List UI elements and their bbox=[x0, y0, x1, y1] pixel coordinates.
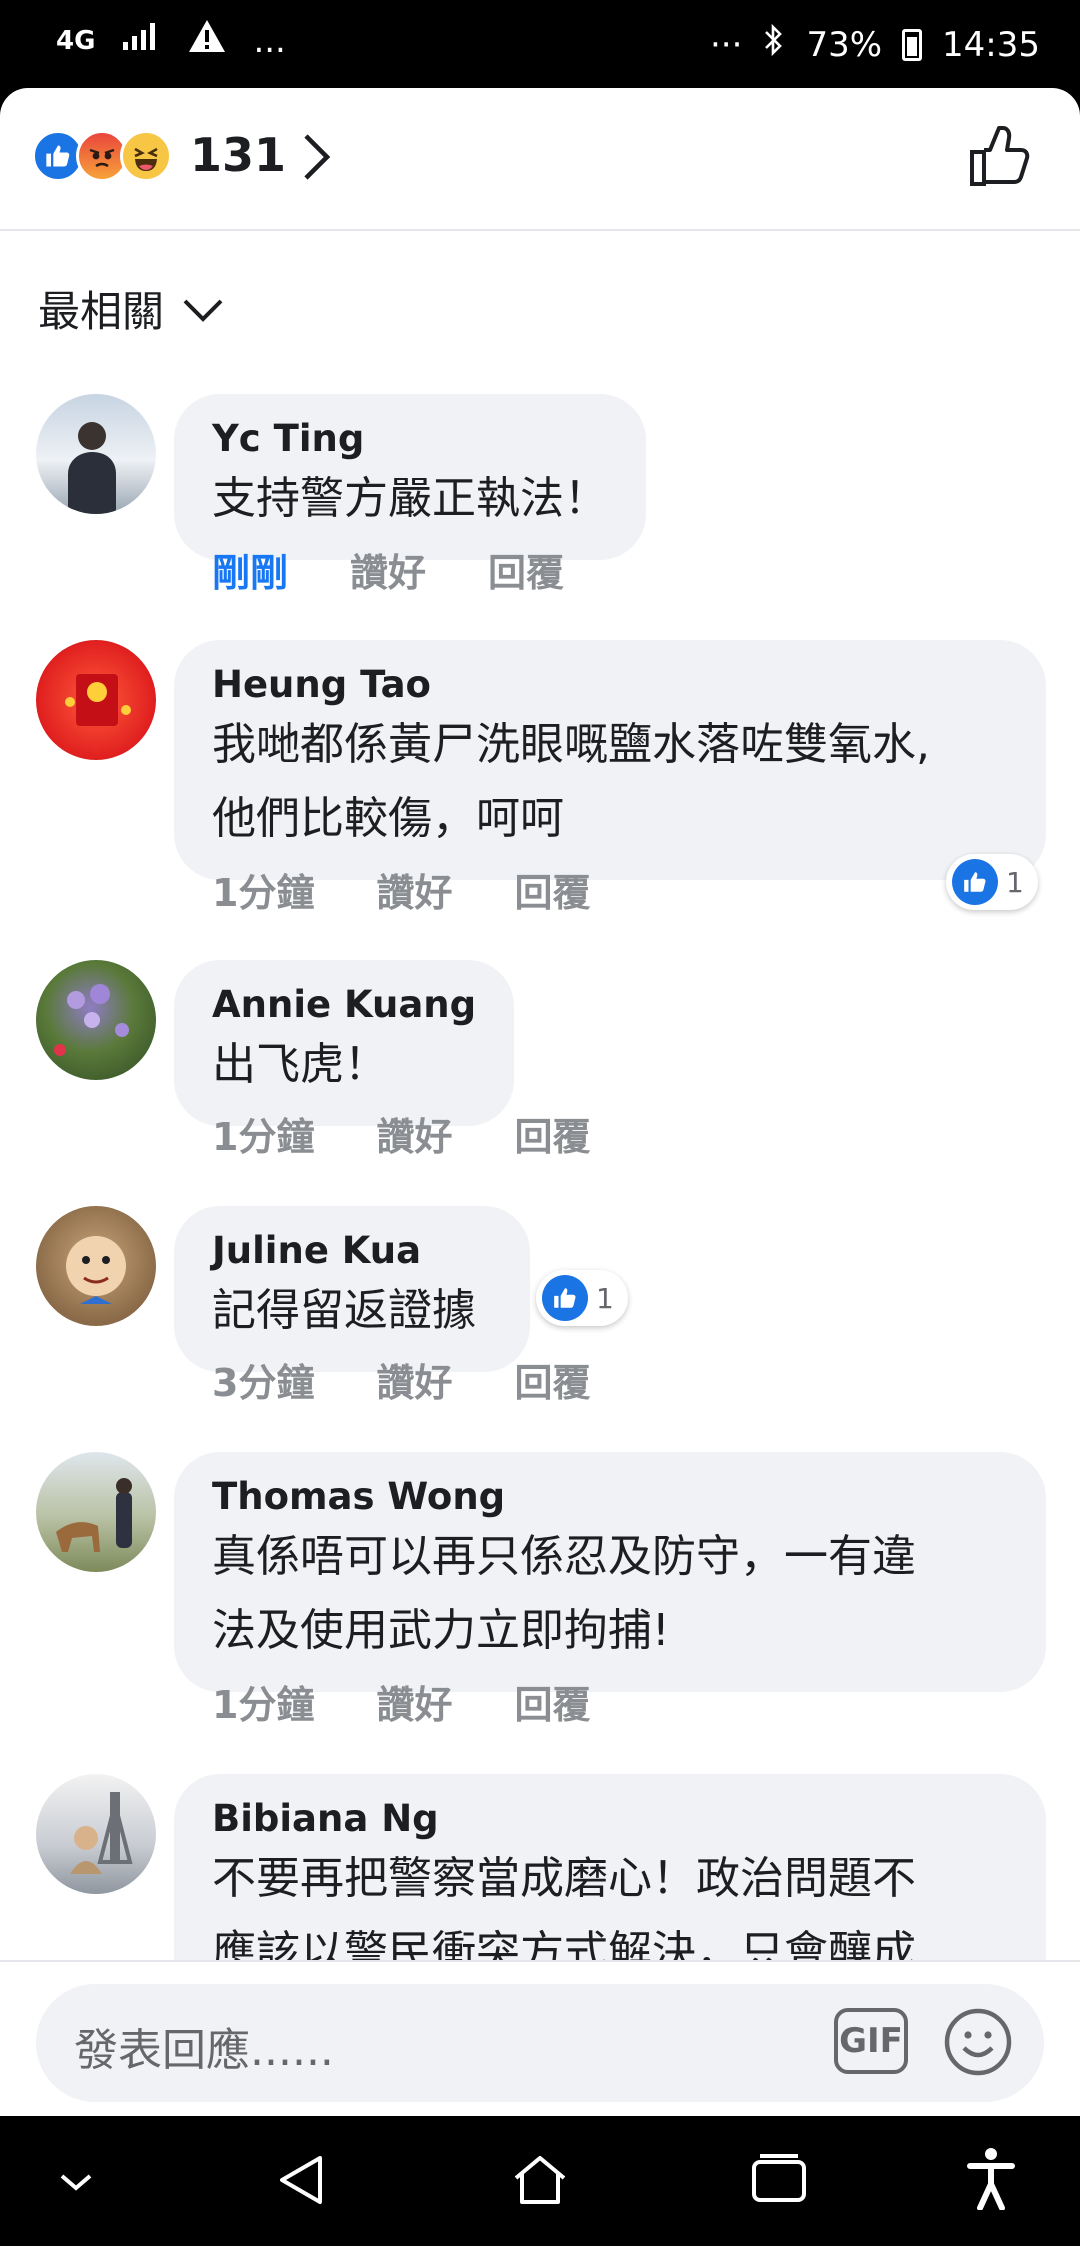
more-status-icons: ··· bbox=[710, 24, 743, 65]
system-navigation-bar bbox=[0, 2116, 1080, 2246]
sort-dropdown[interactable]: 最相關 bbox=[38, 278, 224, 339]
comment-bubble: Yc Ting 支持警方嚴正執法！ bbox=[174, 394, 646, 560]
comment-bubble: Annie Kuang 出飞虎！ bbox=[174, 960, 515, 1126]
comment-input-placeholder: 發表回應...... bbox=[74, 2025, 334, 2076]
reaction-count[interactable]: 131 bbox=[190, 128, 286, 182]
bluetooth-icon bbox=[762, 22, 786, 67]
reactions-header: 131 bbox=[0, 88, 1080, 231]
comment-time[interactable]: 剛剛 bbox=[212, 542, 288, 597]
comment-time[interactable]: 1分鐘 bbox=[212, 862, 314, 917]
like-comment-button[interactable]: 讚好 bbox=[376, 1352, 452, 1407]
chevron-down-icon[interactable] bbox=[54, 2168, 98, 2200]
comment-author[interactable]: Heung Tao bbox=[212, 662, 1008, 708]
battery-icon bbox=[902, 28, 923, 61]
chevron-right-icon[interactable] bbox=[300, 132, 332, 186]
comment-text: 法及使用武力立即拘捕! bbox=[212, 1605, 670, 1656]
comment-actions: 1分鐘 讚好 回覆 bbox=[212, 862, 590, 917]
avatar[interactable] bbox=[36, 1452, 156, 1572]
comment-bubble: Thomas Wong 真係唔可以再只係忍及防守，一有違 法及使用武力立即拘捕! bbox=[174, 1452, 1046, 1692]
clock: 14:35 bbox=[942, 24, 1040, 65]
comment-time[interactable]: 3分鐘 bbox=[212, 1352, 314, 1407]
comment-time[interactable]: 1分鐘 bbox=[212, 1106, 314, 1161]
avatar[interactable] bbox=[36, 640, 156, 760]
comment-actions: 3分鐘 讚好 回覆 bbox=[212, 1352, 590, 1407]
like-reaction-icon bbox=[542, 1275, 588, 1321]
avatar[interactable] bbox=[36, 1206, 156, 1326]
comment-text: 出飞虎！ bbox=[212, 1039, 388, 1090]
like-comment-button[interactable]: 讚好 bbox=[350, 542, 426, 597]
reply-button[interactable]: 回覆 bbox=[514, 862, 590, 917]
comment-like-badge[interactable]: 1 bbox=[946, 854, 1038, 910]
comments-sheet: 131 最相關 Yc Ting 支持警方嚴正執法！ 剛剛 讚好 回覆 Heung… bbox=[0, 88, 1080, 2116]
like-count: 1 bbox=[596, 1281, 614, 1315]
comment-text: 我哋都係黃尸洗眼嘅鹽水落咗雙氧水, bbox=[212, 719, 930, 770]
comment-input[interactable]: 發表回應...... GIF bbox=[36, 1984, 1044, 2102]
reply-button[interactable]: 回覆 bbox=[514, 1106, 590, 1161]
chevron-down-icon bbox=[182, 284, 224, 333]
comment-actions: 1分鐘 讚好 回覆 bbox=[212, 1674, 590, 1729]
reply-button[interactable]: 回覆 bbox=[514, 1352, 590, 1407]
comment-like-badge[interactable]: 1 bbox=[536, 1270, 628, 1326]
avatar[interactable] bbox=[36, 960, 156, 1080]
back-icon[interactable] bbox=[276, 2152, 326, 2212]
comment-text: 記得留返證據 bbox=[212, 1285, 476, 1336]
comment-text: 他們比較傷，呵呵 bbox=[212, 793, 564, 844]
comment-author[interactable]: Bibiana Ng bbox=[212, 1796, 1008, 1842]
comment-text: 支持警方嚴正執法！ bbox=[212, 473, 608, 524]
comment-bubble: Juline Kua 記得留返證據 bbox=[174, 1206, 530, 1372]
status-bar: 4G ... ··· 73% 14:35 bbox=[0, 0, 1080, 88]
comment-composer: 發表回應...... GIF bbox=[0, 1960, 1080, 2116]
comment-actions: 1分鐘 讚好 回覆 bbox=[212, 1106, 590, 1161]
reply-button[interactable]: 回覆 bbox=[514, 1674, 590, 1729]
accessibility-icon[interactable] bbox=[966, 2146, 1016, 2214]
like-count: 1 bbox=[1006, 865, 1024, 899]
comment-author[interactable]: Thomas Wong bbox=[212, 1474, 1008, 1520]
comment-author[interactable]: Yc Ting bbox=[212, 416, 608, 462]
gif-button[interactable]: GIF bbox=[834, 2008, 908, 2074]
battery-percent: 73% bbox=[806, 24, 883, 65]
comment-text: 真係唔可以再只係忍及防守，一有違 bbox=[212, 1531, 916, 1582]
like-post-button[interactable] bbox=[968, 124, 1032, 194]
haha-reaction-icon bbox=[120, 130, 172, 182]
comment-actions: 剛剛 讚好 回覆 bbox=[212, 542, 564, 597]
comment-bubble: Heung Tao 我哋都係黃尸洗眼嘅鹽水落咗雙氧水, 他們比較傷，呵呵 bbox=[174, 640, 1046, 880]
avatar[interactable] bbox=[36, 394, 156, 514]
network-type: 4G bbox=[56, 25, 96, 56]
home-icon[interactable] bbox=[510, 2152, 570, 2212]
like-comment-button[interactable]: 讚好 bbox=[376, 1106, 452, 1161]
comment-time[interactable]: 1分鐘 bbox=[212, 1674, 314, 1729]
reaction-summary[interactable] bbox=[32, 130, 172, 182]
sort-label: 最相關 bbox=[38, 287, 165, 336]
comment-author[interactable]: Juline Kua bbox=[212, 1228, 476, 1274]
emoji-icon[interactable] bbox=[942, 2006, 1014, 2082]
recent-apps-icon[interactable] bbox=[750, 2152, 808, 2212]
avatar[interactable] bbox=[36, 1774, 156, 1894]
like-comment-button[interactable]: 讚好 bbox=[376, 862, 452, 917]
reply-button[interactable]: 回覆 bbox=[488, 542, 564, 597]
like-comment-button[interactable]: 讚好 bbox=[376, 1674, 452, 1729]
comment-text: 不要再把警察當成磨心！政治問題不 bbox=[212, 1853, 916, 1904]
thumbs-up-outline-icon bbox=[970, 126, 1030, 186]
like-reaction-icon bbox=[952, 859, 998, 905]
more-notifications: ... bbox=[253, 20, 286, 61]
comment-author[interactable]: Annie Kuang bbox=[212, 982, 476, 1028]
signal-bars-icon bbox=[121, 20, 161, 61]
warning-icon bbox=[187, 18, 227, 63]
